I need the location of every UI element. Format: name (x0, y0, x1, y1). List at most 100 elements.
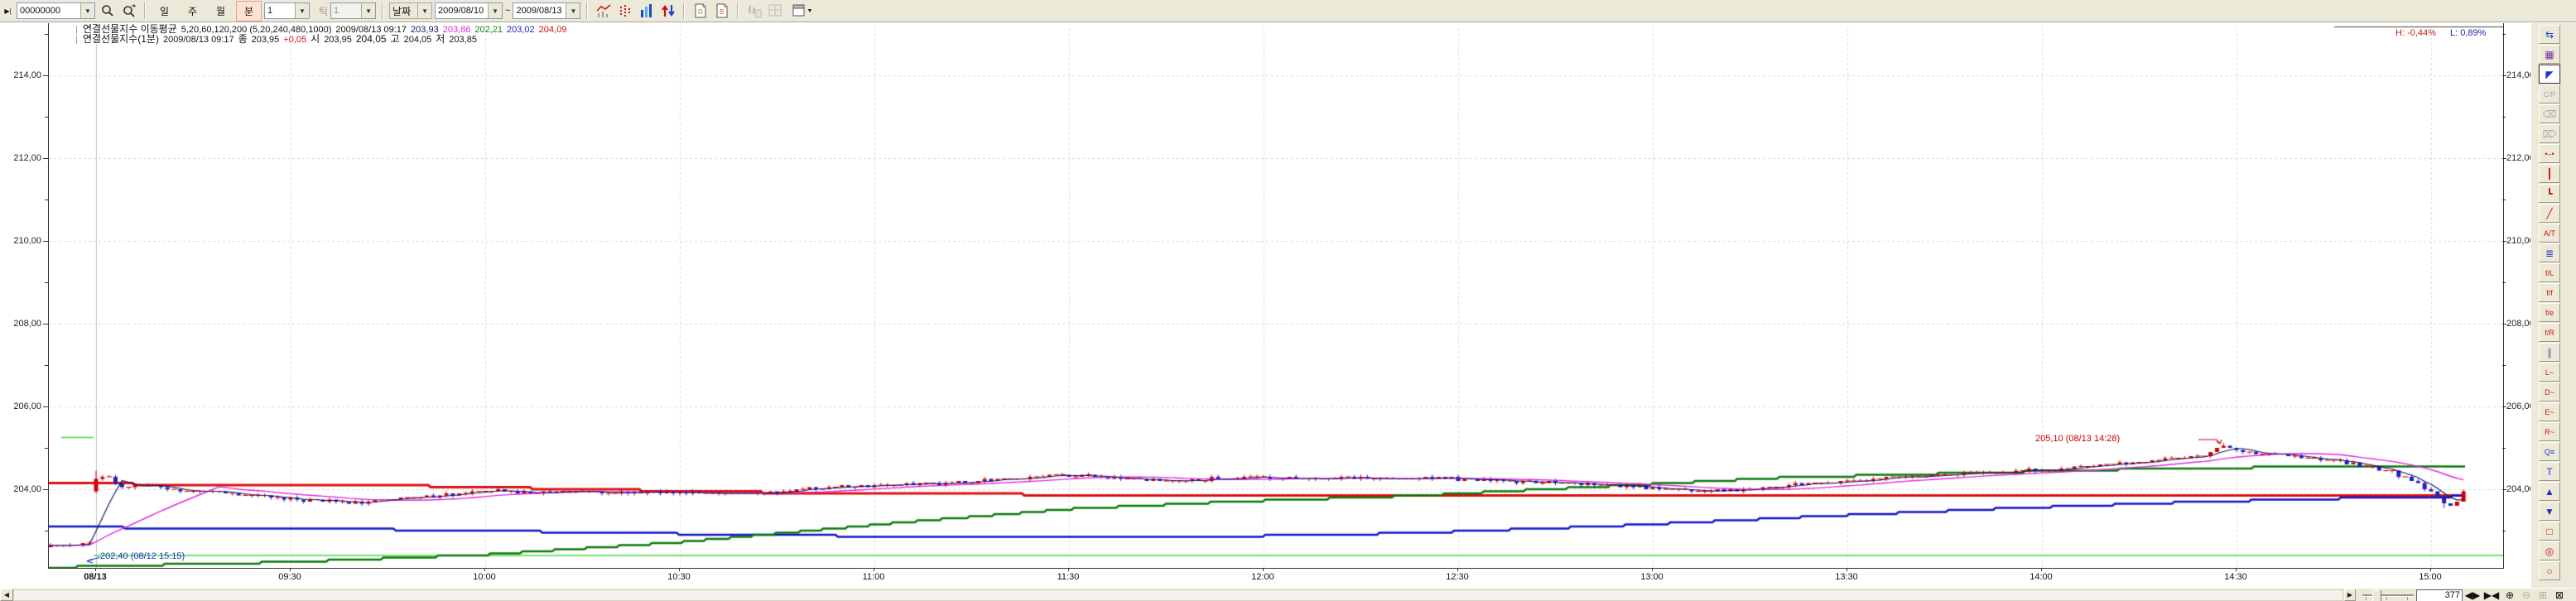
candle-chart-icon[interactable] (594, 2, 613, 21)
page-d-icon[interactable]: D (691, 2, 710, 21)
slider-tick (2386, 597, 2387, 600)
y-axis-tick (2502, 75, 2506, 76)
legend-ma120-value: 203,02 (507, 25, 535, 35)
bar-spacing-slider[interactable] (2362, 589, 2414, 601)
y-axis-label-left: 212,00 (3, 153, 41, 163)
minute-value: 1 (265, 6, 275, 16)
chevron-down-icon[interactable]: ▼ (566, 3, 580, 18)
updown-arrows-icon[interactable] (658, 2, 677, 21)
quote-note-tool-icon[interactable]: Q≡ (2539, 442, 2560, 461)
y-axis-label-left: 208,00 (3, 319, 41, 329)
bar-chart-icon[interactable] (637, 2, 656, 21)
bar-count-input[interactable]: 377 (2416, 589, 2463, 601)
legend-symbol-name: 연결선물지수(1분) (83, 33, 159, 45)
horizontal-lines-tool-icon[interactable]: ≣ (2539, 243, 2560, 262)
open-value: 203,95 (324, 35, 352, 45)
high-low-percent-info: H: -0,44% L: 0,89% (2395, 28, 2486, 38)
speed-lines-tool-icon[interactable]: f/e (2539, 303, 2560, 322)
expand-spacing-icon[interactable]: ◀▶ (2464, 589, 2481, 601)
ellipse-tool-icon[interactable]: ○ (2539, 561, 2560, 580)
date-to-value: 2009/08/13 (513, 6, 564, 16)
scrollbar-track[interactable] (13, 589, 2343, 601)
period-day-button[interactable]: 일 (152, 1, 177, 22)
indicator-window-icon[interactable]: ▦ (2539, 45, 2560, 64)
slider-thumb[interactable] (2372, 589, 2381, 601)
y-axis-minor-tick (2502, 365, 2506, 366)
search-icon[interactable] (98, 2, 117, 21)
svg-text:D: D (698, 8, 703, 16)
angle-line-tool-icon[interactable]: ┗ (2539, 184, 2560, 203)
chevron-down-icon[interactable]: ▼ (417, 3, 431, 18)
zigzag-d-tool-icon[interactable]: D~ (2539, 382, 2560, 401)
svg-text:B: B (720, 8, 724, 16)
symbol-pin-icon[interactable]: ▶| (2, 2, 14, 21)
x-axis-tick (1457, 568, 1458, 571)
page-b-icon[interactable]: B (712, 2, 731, 21)
period-week-button[interactable]: 주 (180, 1, 205, 22)
x-axis-label: 12:00 (1251, 572, 1274, 582)
x-axis-label: 09:30 (278, 572, 301, 582)
arrow-down-tool-icon[interactable]: ▼ (2539, 502, 2560, 521)
save-window-icon[interactable]: ▼ (787, 2, 816, 21)
erase-tool-icon: ⌫ (2539, 104, 2560, 123)
rectangle-tool-icon[interactable]: □ (2539, 522, 2560, 541)
date-from-input[interactable]: 2009/08/10 ▼ (435, 2, 503, 19)
bottom-scrollbar: ◀ ▶ 377 ◀▶ ▶◀ ⊕ ⊖ ⊞ ⊠ (0, 588, 2576, 601)
minute-select[interactable]: 1 ▼ (264, 2, 310, 19)
top-toolbar: ▶| 00000000 ▼ 일 주 월 분 1 ▼ 틱 1 ▼ 날짜 ▼ (0, 0, 2576, 22)
close-panel-icon[interactable]: ⊠ (2552, 589, 2567, 601)
circle-tool-icon[interactable]: ◎ (2539, 541, 2560, 560)
zigzag-e-tool-icon[interactable]: E~ (2539, 402, 2560, 421)
parallel-channel-tool-icon[interactable]: ∥ (2539, 343, 2560, 362)
chevron-down-icon[interactable]: ▼ (80, 3, 94, 18)
period-minute-button[interactable]: 분 (236, 1, 262, 22)
zoom-in-icon[interactable]: ⊕ (2502, 589, 2517, 601)
chevron-down-icon[interactable]: ▼ (807, 8, 813, 14)
tick-label: 틱 (319, 4, 328, 18)
erase-all-tool-icon: ⌦ (2539, 124, 2560, 143)
symbol-value: 00000000 (17, 6, 63, 16)
high-pct-value: -0,44% (2407, 28, 2436, 38)
chevron-down-icon[interactable]: ▼ (488, 3, 502, 18)
legend-toggle-icon[interactable]: ∣ (75, 36, 79, 45)
x-axis-label: 11:30 (1057, 572, 1080, 582)
x-axis-tick (95, 568, 96, 571)
x-axis-label: 15:00 (2419, 572, 2442, 582)
search-zoom-icon[interactable] (119, 2, 138, 21)
zigzag-r-tool-icon[interactable]: R~ (2539, 422, 2560, 441)
x-axis-tick (484, 568, 485, 571)
chevron-down-icon[interactable]: ▼ (295, 3, 309, 18)
y-axis-label-left: 206,00 (3, 401, 41, 411)
y-axis-tick (43, 75, 48, 76)
text-tool-icon[interactable]: T (2539, 462, 2560, 481)
scroll-left-button[interactable]: ◀ (0, 589, 13, 601)
arrow-up-tool-icon[interactable]: ▲ (2539, 482, 2560, 501)
price-label-tool-icon[interactable]: A/T (2539, 224, 2560, 243)
toolbar-separator (144, 2, 146, 19)
symbol-input[interactable]: 00000000 ▼ (17, 2, 95, 19)
zigzag-l-tool-icon[interactable]: L~ (2539, 363, 2560, 382)
fibo-fan-tool-icon[interactable]: f/f (2539, 283, 2560, 302)
compress-spacing-icon[interactable]: ▶◀ (2483, 589, 2500, 601)
x-axis-tick (1652, 568, 1653, 571)
zoom-out-icon: ⊖ (2519, 589, 2534, 601)
fibo-retracement-tool-icon[interactable]: f/R (2539, 323, 2560, 342)
cursor-tool-icon[interactable]: ◤ (2539, 65, 2560, 84)
scroll-right-button[interactable]: ▶ (2344, 589, 2356, 601)
vertical-segment-tool-icon[interactable]: ┃ (2539, 164, 2560, 183)
price-chart-canvas[interactable] (48, 23, 2504, 569)
fibo-lines-tool-icon[interactable]: f/L (2539, 263, 2560, 282)
dotted-bar-chart-icon[interactable] (615, 2, 634, 21)
date-to-input[interactable]: 2009/08/13 ▼ (513, 2, 580, 19)
y-axis-minor-tick (2502, 34, 2506, 35)
period-month-button[interactable]: 월 (208, 1, 234, 22)
grid-window-icon (766, 2, 785, 21)
refresh-swap-icon[interactable]: ⇆ (2539, 25, 2560, 44)
y-axis-minor-tick (45, 448, 48, 449)
legend-datetime: 2009/08/13 09:17 (163, 35, 234, 45)
horizontal-segment-tool-icon[interactable]: •–• (2539, 144, 2560, 163)
trend-line-tool-icon[interactable]: ╱ (2539, 204, 2560, 223)
toolbar-separator (586, 2, 588, 19)
x-axis-label: 10:00 (473, 572, 496, 582)
range-mode-select[interactable]: 날짜 ▼ (389, 2, 432, 19)
